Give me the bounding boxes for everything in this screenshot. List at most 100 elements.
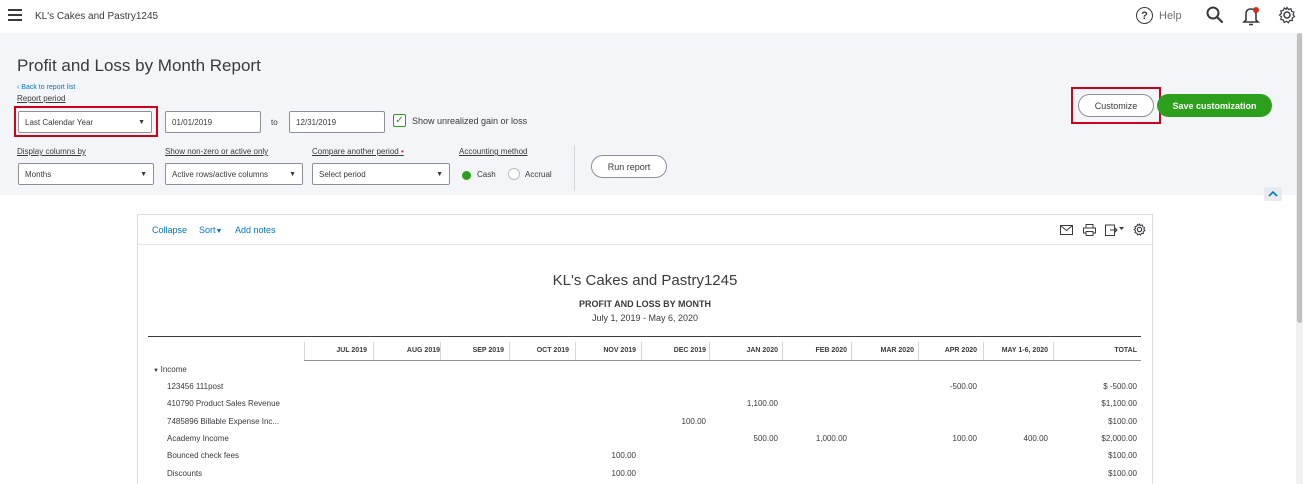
income-label: Income — [160, 365, 187, 374]
table-cell[interactable]: $2,000.00 — [1057, 434, 1137, 443]
report-panel: Collapse Sort▼ Add notes KL's Cakes and … — [137, 214, 1153, 484]
compare-period-label: Compare another period • — [312, 147, 404, 156]
table-cell[interactable]: $1,100.00 — [1057, 399, 1137, 408]
print-icon[interactable] — [1083, 224, 1096, 236]
column-separator — [1053, 342, 1054, 360]
report-date-range: July 1, 2019 - May 6, 2020 — [591, 313, 699, 323]
table-cell[interactable]: 100.00 — [556, 469, 636, 478]
table-cell[interactable]: $ -500.00 — [1057, 382, 1137, 391]
table-cell[interactable]: $100.00 — [1057, 451, 1137, 460]
column-header[interactable]: NOV 2019 — [556, 347, 636, 354]
column-separator — [851, 342, 852, 360]
column-separator — [509, 342, 510, 360]
non-zero-select[interactable]: Active rows/active columns ▼ — [165, 163, 303, 185]
report-company-name: KL's Cakes and Pastry1245 — [552, 272, 738, 289]
column-separator — [440, 342, 441, 360]
save-customization-button[interactable]: Save customization — [1157, 94, 1272, 117]
non-zero-label: Show non-zero or active only — [165, 147, 269, 156]
column-header[interactable]: JUL 2019 — [287, 347, 367, 354]
dropdown-arrow-icon: ▼ — [436, 170, 443, 178]
income-section-label[interactable]: ▼ Income — [153, 365, 187, 374]
column-separator — [709, 342, 710, 360]
row-label[interactable]: 7485896 Billable Expense Inc... — [167, 417, 279, 426]
top-bar: KL's Cakes and Pastry1245 ? Help — [0, 0, 1303, 33]
column-header-rule — [304, 360, 1141, 361]
export-icon[interactable] — [1105, 224, 1125, 236]
column-separator — [641, 342, 642, 360]
required-marker: • — [400, 147, 404, 156]
compare-period-label-text: Compare another period — [312, 147, 399, 156]
notification-bell-icon[interactable] — [1242, 6, 1260, 26]
company-name: KL's Cakes and Pastry1245 — [35, 11, 159, 22]
table-cell[interactable]: $100.00 — [1057, 469, 1137, 478]
column-separator — [782, 342, 783, 360]
display-columns-select[interactable]: Months ▼ — [18, 163, 154, 185]
accrual-label: Accrual — [525, 170, 552, 179]
report-top-rule — [148, 336, 1141, 337]
column-header[interactable]: TOTAL — [1057, 347, 1137, 354]
non-zero-value: Active rows/active columns — [172, 169, 269, 179]
chevron-down-icon: ▼ — [153, 368, 161, 374]
dropdown-arrow-icon: ▼ — [289, 170, 296, 178]
unrealized-gain-label: Show unrealized gain or loss — [412, 116, 528, 126]
hamburger-menu-icon[interactable] — [8, 9, 22, 21]
dropdown-arrow-icon: ▼ — [140, 170, 147, 178]
row-label[interactable]: 123456 111post — [167, 382, 223, 391]
compare-period-select[interactable]: Select period ▼ — [312, 163, 450, 185]
column-separator — [983, 342, 984, 360]
column-separator — [304, 342, 305, 360]
scrollbar-thumb[interactable] — [1297, 33, 1302, 323]
dropdown-arrow-icon: ▼ — [215, 228, 223, 235]
column-header[interactable]: DEC 2019 — [626, 347, 706, 354]
column-separator — [373, 342, 374, 360]
report-settings-gear-icon[interactable] — [1133, 223, 1146, 236]
row-label[interactable]: Bounced check fees — [167, 451, 239, 460]
report-period-label: Report period — [17, 94, 66, 103]
search-icon[interactable] — [1206, 6, 1224, 24]
table-cell[interactable]: 1,000.00 — [767, 434, 847, 443]
table-cell[interactable]: $100.00 — [1057, 417, 1137, 426]
from-date-input[interactable]: 01/01/2019 — [165, 111, 261, 133]
table-cell[interactable]: 100.00 — [897, 434, 977, 443]
page-title: Profit and Loss by Month Report — [17, 56, 261, 75]
column-header[interactable]: MAY 1-6, 2020 — [968, 347, 1048, 354]
collapse-link[interactable]: Collapse — [152, 225, 187, 235]
run-report-button[interactable]: Run report — [591, 155, 667, 178]
row-label[interactable]: Academy Income — [167, 434, 229, 443]
table-cell[interactable]: 100.00 — [556, 451, 636, 460]
add-notes-link[interactable]: Add notes — [235, 225, 276, 235]
help-button[interactable]: ? Help — [1136, 7, 1182, 24]
cash-radio[interactable] — [462, 171, 471, 180]
row-label[interactable]: Discounts — [167, 469, 202, 478]
settings-gear-icon[interactable] — [1278, 6, 1296, 24]
sort-menu[interactable]: Sort▼ — [199, 225, 222, 235]
table-cell[interactable]: 400.00 — [968, 434, 1048, 443]
sort-label: Sort — [199, 225, 216, 235]
table-cell[interactable]: 500.00 — [698, 434, 778, 443]
column-separator — [918, 342, 919, 360]
table-cell[interactable]: -500.00 — [897, 382, 977, 391]
column-header[interactable]: APR 2020 — [897, 347, 977, 354]
to-label: to — [271, 118, 278, 127]
report-title: PROFIT AND LOSS BY MONTH — [578, 299, 711, 309]
accrual-radio[interactable] — [508, 168, 520, 180]
column-header[interactable]: JAN 2020 — [698, 347, 778, 354]
table-cell[interactable]: 100.00 — [626, 417, 706, 426]
email-icon[interactable] — [1060, 225, 1073, 235]
help-icon: ? — [1136, 7, 1153, 24]
help-label: Help — [1159, 9, 1182, 22]
back-to-report-list-link[interactable]: ‹ Back to report list — [17, 84, 75, 91]
table-cell[interactable]: 1,100.00 — [698, 399, 778, 408]
to-date-input[interactable]: 12/31/2019 — [289, 111, 385, 133]
collapse-header-button[interactable] — [1264, 187, 1282, 201]
display-columns-label: Display columns by — [17, 147, 86, 156]
page-scrollbar[interactable] — [1296, 33, 1303, 484]
unrealized-gain-checkbox[interactable]: ✓ — [393, 114, 406, 127]
report-toolbar: Collapse Sort▼ Add notes — [138, 215, 1152, 245]
report-header: Profit and Loss by Month Report ‹ Back t… — [0, 33, 1303, 195]
row-label[interactable]: 410790 Product Sales Revenue — [167, 399, 280, 408]
chevron-up-icon — [1268, 191, 1278, 197]
divider — [574, 145, 575, 191]
report-period-highlight — [14, 106, 158, 137]
back-link-label: Back to report list — [21, 84, 76, 91]
